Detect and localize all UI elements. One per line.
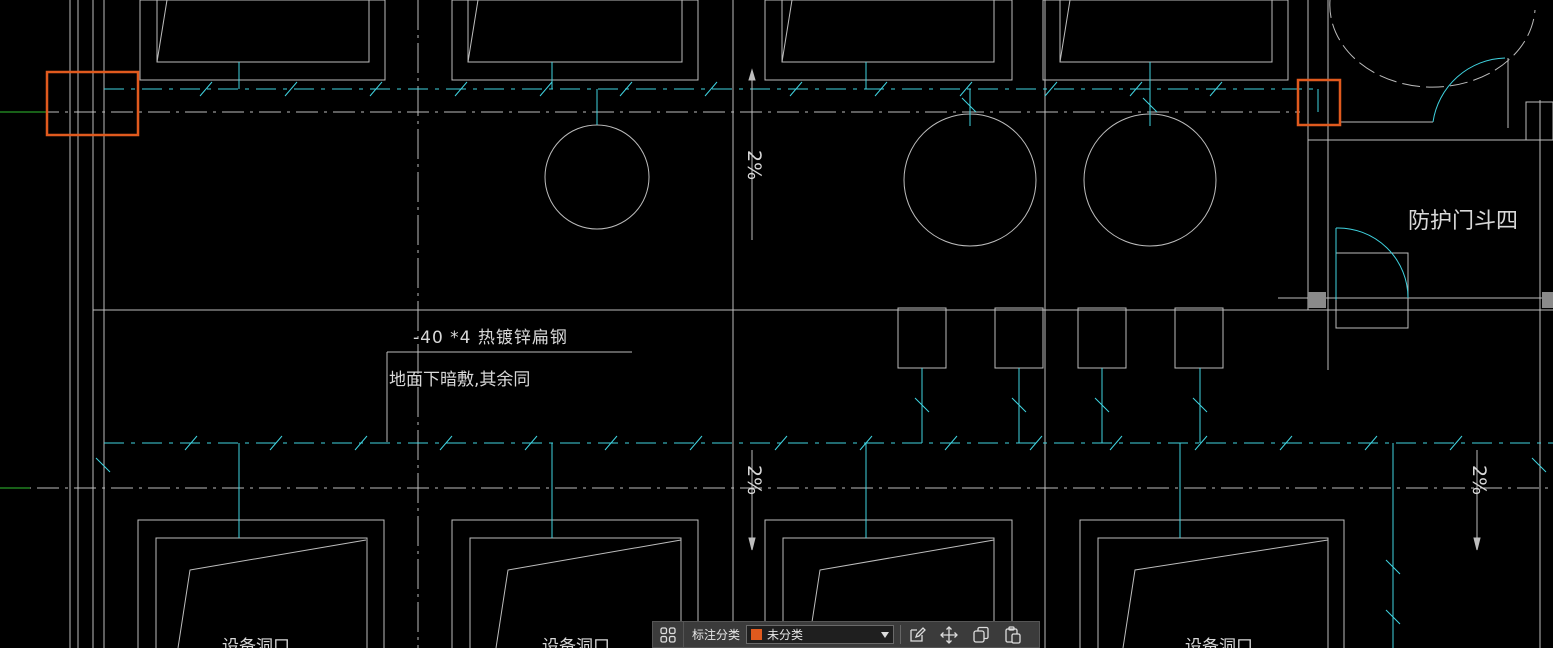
pit-label-1: 设备洞口 [222, 637, 290, 648]
laying-note-label: 地面下暗敷,其余同 [389, 370, 530, 390]
paste-icon [1005, 625, 1021, 644]
move-icon [940, 625, 958, 644]
pit-label-4: 设备洞口 [1185, 637, 1253, 648]
move-button[interactable] [933, 621, 965, 648]
chevron-down-icon [881, 632, 890, 638]
grid-button[interactable] [653, 621, 684, 648]
copy-icon [973, 626, 989, 643]
grounding-lines [95, 57, 1553, 648]
slope-label-right: 2% [1468, 465, 1490, 495]
pit-label-2: 设备洞口 [542, 637, 610, 648]
slope-label-mid: 2% [743, 465, 765, 495]
category-label: 标注分类 [692, 628, 741, 642]
grey-blocks [1308, 292, 1553, 308]
steel-spec-label: -40 *4 热镀锌扁钢 [413, 328, 568, 348]
category-select[interactable]: 未分类 [746, 625, 895, 644]
category-color-swatch [751, 629, 763, 640]
room-name-label: 防护门斗四 [1408, 209, 1518, 234]
annotation-toolbar: 标注分类 未分类 [652, 621, 1040, 648]
edit-icon [910, 626, 926, 642]
edit-button[interactable] [901, 621, 933, 648]
paste-button[interactable] [997, 621, 1029, 648]
wall-lines [0, 0, 1553, 648]
category-select-value: 未分类 [767, 628, 804, 642]
slope-label-top: 2% [743, 150, 765, 180]
copy-button[interactable] [965, 621, 997, 648]
grid-icon [660, 626, 676, 643]
selection-marker-right[interactable] [1296, 78, 1342, 127]
axis-markers [0, 111, 46, 489]
cad-drawing-canvas[interactable]: -40 *4 热镀锌扁钢 地面下暗敷,其余同 防护门斗四 2% 2% 2% 设备… [0, 0, 1553, 648]
